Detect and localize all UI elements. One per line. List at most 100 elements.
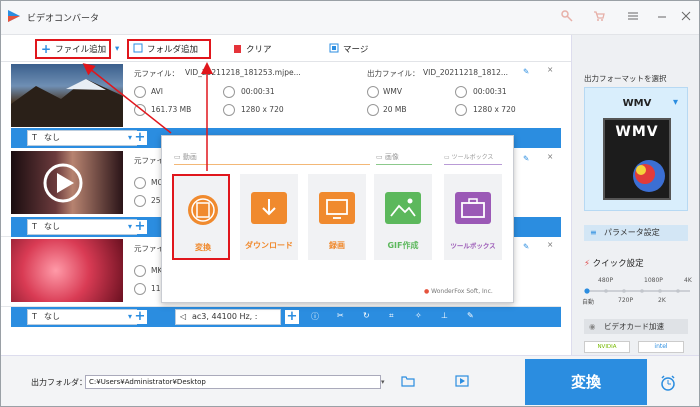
source-size: 161.73 MB <box>151 105 192 114</box>
quick-settings-label: クイック設定 <box>592 259 644 269</box>
add-subtitle-button[interactable]: + <box>133 310 147 324</box>
image-section-label: ▭ 画像 <box>376 152 399 162</box>
chevron-down-icon: ▾ <box>127 222 132 231</box>
subtitle-select[interactable]: T なし ▾ <box>27 219 137 235</box>
alarm-clock-icon[interactable] <box>659 374 677 392</box>
rotate-icon[interactable]: ↻ <box>363 311 370 320</box>
screen-record-icon <box>319 192 355 224</box>
record-tool-label: 録画 <box>329 241 345 250</box>
video-thumbnail[interactable] <box>11 64 123 127</box>
image-section-text: 画像 <box>384 153 399 161</box>
row-close-icon[interactable]: × <box>547 65 553 74</box>
brand-footer: ● WonderFox Soft, Inc. <box>424 288 493 295</box>
toolbox-section-label: ▭ ツールボックス <box>444 152 493 161</box>
edit-icon[interactable]: ✎ <box>523 67 529 76</box>
output-size-icon <box>367 104 379 116</box>
open-folder-icon[interactable] <box>401 375 415 387</box>
intel-badge: intel <box>638 341 684 353</box>
add-file-dropdown[interactable]: ▾ <box>115 39 125 59</box>
subtitle-value: なし <box>44 222 60 231</box>
output-size: 20 MB <box>383 105 407 114</box>
add-file-label: ファイル追加 <box>55 45 107 55</box>
minimize-icon[interactable] <box>657 10 667 22</box>
section-divider <box>444 164 502 165</box>
section-divider <box>174 164 370 165</box>
record-tool-card[interactable]: 録画 <box>308 174 366 260</box>
preview-folder-icon[interactable] <box>455 375 469 387</box>
output-filename: VID_20211218_1812... <box>423 68 509 77</box>
gif-tool-card[interactable]: GIF作成 <box>374 174 432 260</box>
quality-slider[interactable] <box>584 287 692 294</box>
subtitle-select[interactable]: T なし ▾ <box>27 309 137 325</box>
quality-label-1080p: 1080P <box>644 277 663 284</box>
add-folder-label: フォルダ追加 <box>147 45 199 55</box>
audio-value: ac3, 44100 Hz, : <box>192 312 258 321</box>
download-tool-card[interactable]: ダウンロード <box>240 174 298 260</box>
toolbox-tool-card[interactable]: ツールボックス <box>444 174 502 260</box>
source-filename: VID_20211218_181253.mjpe... <box>185 68 301 77</box>
toolbar: + ファイル追加 ▾ フォルダ追加 クリア マージ <box>1 35 571 62</box>
intel-label: intel <box>654 343 668 350</box>
source-format: AVI <box>151 87 163 96</box>
row-close-icon[interactable]: × <box>547 240 553 249</box>
download-tool-label: ダウンロード <box>245 241 293 250</box>
add-subtitle-button[interactable]: + <box>133 131 147 145</box>
gpu-acceleration-toggle[interactable]: ◉ ビデオカード加速 <box>584 319 688 334</box>
close-icon[interactable] <box>681 10 691 22</box>
output-folder-input[interactable]: C:¥Users¥Administrator¥Desktop <box>85 375 381 389</box>
source-size: 25 <box>151 196 161 205</box>
cart-icon[interactable] <box>593 10 605 22</box>
crop-icon[interactable]: ⌗ <box>389 311 394 321</box>
subtitle-icon: T <box>32 222 37 231</box>
add-file-button[interactable]: + ファイル追加 <box>35 39 111 59</box>
menu-icon[interactable] <box>627 10 639 22</box>
effect-icon[interactable]: ✧ <box>415 311 422 320</box>
video-thumbnail[interactable] <box>11 239 123 302</box>
subtitle-icon: T <box>32 312 37 321</box>
video-thumbnail[interactable] <box>11 151 123 214</box>
quality-label-480p: 480P <box>598 277 614 284</box>
audio-select[interactable]: ◁ ac3, 44100 Hz, : <box>175 309 281 325</box>
wmv-format-icon: WMV <box>603 118 671 200</box>
format-icon <box>134 86 146 98</box>
title-bar: ビデオコンバータ <box>1 1 699 35</box>
gif-tool-label: GIF作成 <box>387 241 419 250</box>
convert-button[interactable]: 変換 <box>525 359 647 405</box>
folder-dropdown-button[interactable]: ▾ <box>381 375 391 389</box>
clear-button[interactable]: クリア <box>233 39 272 59</box>
format-selector[interactable]: WMV ▾ WMV <box>584 87 688 211</box>
convert-tool-card[interactable]: 変換 <box>172 174 230 260</box>
trash-icon <box>233 43 242 56</box>
cut-icon[interactable]: ✂ <box>337 311 344 320</box>
video-section-text: 動画 <box>182 153 197 161</box>
quality-label-2k: 2K <box>658 297 666 304</box>
watermark-icon[interactable]: ⊥ <box>441 311 448 320</box>
chevron-down-icon: ▾ <box>127 133 132 142</box>
edit-icon[interactable]: ✎ <box>523 242 529 251</box>
info-icon[interactable]: ⓘ <box>311 311 319 322</box>
subtitle-icon: T <box>32 133 37 142</box>
edit-icon[interactable]: ✎ <box>523 154 529 163</box>
add-audio-button[interactable]: + <box>285 310 299 324</box>
file-3-toolbar: T なし ▾ + ◁ ac3, 44100 Hz, : + ⓘ ✂ ↻ ⌗ ✧ … <box>11 307 561 327</box>
size-icon <box>134 195 146 207</box>
row-close-icon[interactable]: × <box>547 152 553 161</box>
gif-image-icon <box>385 192 421 224</box>
merge-button[interactable]: マージ <box>329 39 368 59</box>
output-label: 出力ファイル： <box>367 69 420 78</box>
quality-label-auto: 自動 <box>582 299 595 306</box>
edit-icon[interactable]: ✎ <box>467 311 474 320</box>
size-icon <box>134 283 146 295</box>
add-subtitle-button[interactable]: + <box>133 220 147 234</box>
wmv-badge: WMV <box>615 124 659 140</box>
add-folder-button[interactable]: フォルダ追加 <box>127 39 211 59</box>
merge-icon <box>329 43 339 56</box>
source-label: 元ファイル： <box>134 69 179 78</box>
source-duration: 00:00:31 <box>241 87 275 96</box>
source-size: 11 <box>151 284 161 293</box>
subtitle-select[interactable]: T なし ▾ <box>27 130 137 146</box>
app-title: ビデオコンバータ <box>27 14 100 24</box>
bottom-bar: 出力フォルダ： C:¥Users¥Administrator¥Desktop ▾… <box>1 355 699 406</box>
key-icon[interactable] <box>561 10 573 22</box>
parameter-settings-button[interactable]: ≡ パラメータ設定 <box>584 225 688 241</box>
